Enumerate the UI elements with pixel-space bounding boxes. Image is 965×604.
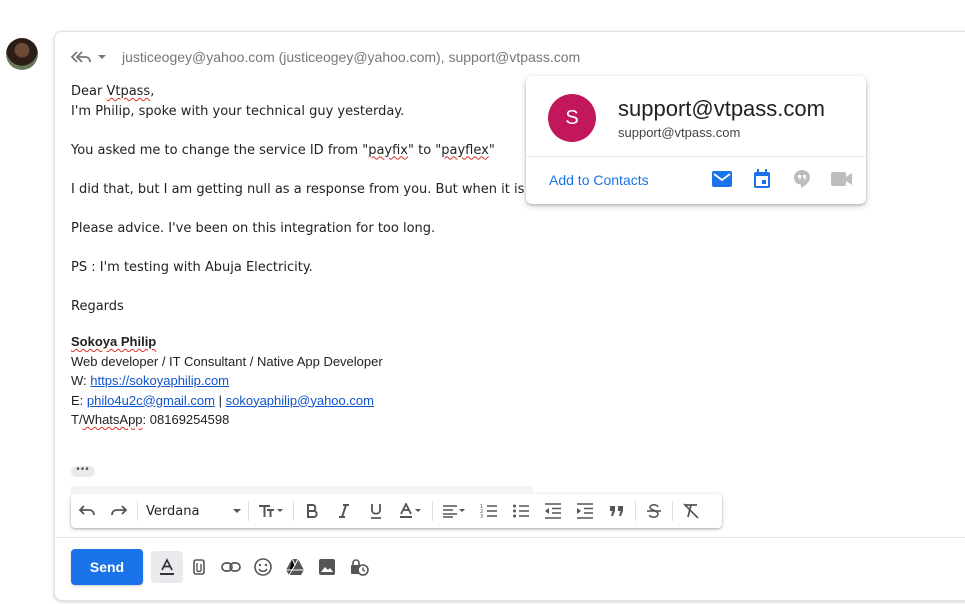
- toolbar-divider: [293, 501, 294, 521]
- compose-divider: [55, 537, 965, 538]
- reply-header: justiceogey@yahoo.com (justiceogey@yahoo…: [70, 46, 580, 68]
- signature-name: Sokoya Philip: [71, 334, 157, 349]
- formatting-options-icon[interactable]: [151, 551, 183, 583]
- reply-type-button[interactable]: [70, 49, 108, 65]
- show-trimmed-content-button[interactable]: •••: [71, 465, 95, 477]
- drive-icon[interactable]: [279, 551, 311, 583]
- chat-icon[interactable]: [782, 166, 822, 192]
- chevron-down-icon: [98, 55, 106, 59]
- contact-email: support@vtpass.com: [618, 125, 741, 140]
- text-color-icon[interactable]: [392, 497, 430, 525]
- misspelled-word: payflex: [441, 142, 489, 158]
- add-to-contacts-link[interactable]: Add to Contacts: [549, 172, 649, 188]
- indent-less-icon[interactable]: [537, 497, 569, 525]
- emoji-icon[interactable]: [247, 551, 279, 583]
- video-call-icon[interactable]: [822, 166, 862, 192]
- recipients-field[interactable]: justiceogey@yahoo.com (justiceogey@yahoo…: [122, 49, 580, 65]
- bulleted-list-icon[interactable]: [505, 497, 537, 525]
- misspelled-word: WhatsApp: [82, 412, 143, 427]
- send-button[interactable]: Send: [71, 549, 143, 585]
- quote-icon[interactable]: [601, 497, 633, 525]
- body-line: Please advice. I've been on this integra…: [71, 220, 436, 236]
- chevron-down-icon: [233, 509, 241, 513]
- hovercard-divider: [526, 156, 866, 157]
- misspelled-word: payfix: [368, 142, 408, 158]
- bold-icon[interactable]: [296, 497, 328, 525]
- compose-bottom-toolbar: [151, 551, 375, 583]
- body-line: PS : I'm testing with Abuja Electricity.: [71, 259, 313, 275]
- strikethrough-icon[interactable]: [638, 497, 670, 525]
- email-link-yahoo[interactable]: sokoyaphilip@yahoo.com: [226, 393, 374, 408]
- send-email-icon[interactable]: [702, 166, 742, 192]
- photo-icon[interactable]: [311, 551, 343, 583]
- undo-icon[interactable]: [71, 497, 103, 525]
- toolbar-divider: [137, 501, 138, 521]
- text-size-icon[interactable]: [251, 497, 291, 525]
- reply-all-icon: [70, 51, 91, 63]
- font-family-select[interactable]: Verdana: [140, 497, 246, 525]
- signature: Sokoya Philip Web developer / IT Consult…: [71, 334, 383, 427]
- link-icon[interactable]: [215, 551, 247, 583]
- numbered-list-icon[interactable]: 123: [473, 497, 505, 525]
- sender-avatar[interactable]: [6, 38, 38, 70]
- misspelled-word: Vtpass: [106, 84, 151, 99]
- contact-hovercard: S support@vtpass.com support@vtpass.com …: [526, 76, 866, 204]
- email-link-gmail[interactable]: philo4u2c@gmail.com: [87, 393, 215, 408]
- calendar-icon[interactable]: [742, 166, 782, 192]
- signature-title: Web developer / IT Consultant / Native A…: [71, 353, 383, 369]
- toolbar-divider: [672, 501, 673, 521]
- toolbar-divider: [432, 501, 433, 521]
- attach-icon[interactable]: [183, 551, 215, 583]
- align-icon[interactable]: [435, 497, 473, 525]
- confidential-mode-icon[interactable]: [343, 551, 375, 583]
- indent-more-icon[interactable]: [569, 497, 601, 525]
- clear-formatting-icon[interactable]: [675, 497, 707, 525]
- contact-name: support@vtpass.com: [618, 96, 825, 121]
- underline-icon[interactable]: [360, 497, 392, 525]
- italic-icon[interactable]: [328, 497, 360, 525]
- body-line: Regards: [71, 298, 124, 314]
- phone-number: : 08169254598: [142, 412, 230, 427]
- redo-icon[interactable]: [103, 497, 135, 525]
- hovercard-actions: [702, 166, 862, 192]
- toolbar-divider: [635, 501, 636, 521]
- contact-avatar: S: [548, 94, 596, 142]
- toolbar-divider: [248, 501, 249, 521]
- website-link[interactable]: https://sokoyaphilip.com: [90, 373, 229, 388]
- svg-text:3: 3: [480, 514, 483, 519]
- formatting-toolbar: Verdana 123: [71, 486, 722, 528]
